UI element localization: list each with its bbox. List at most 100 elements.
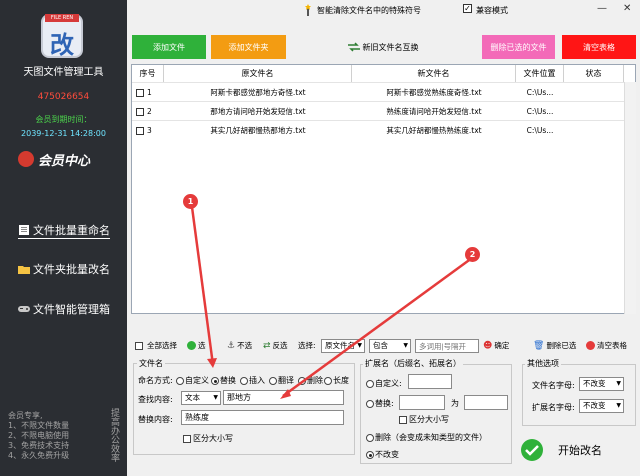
find-type-select[interactable]: 文本 ▼: [181, 391, 221, 405]
add-folder-button[interactable]: 添加文件夹: [211, 35, 286, 59]
mode-replace-label: 替换: [220, 376, 236, 385]
ext-wei-label: 为: [451, 399, 459, 408]
select-button[interactable]: 选: [187, 340, 206, 351]
chevron-down-icon: ▼: [357, 342, 362, 349]
table-row[interactable]: 3 其实几好胡都慢热那地方.txt 其实几好胡都慢热熟练度.txt C:\Us.…: [132, 120, 635, 139]
add-file-button[interactable]: 添加文件: [132, 35, 206, 59]
ext-replace-input[interactable]: [464, 395, 508, 410]
ext-nochange-radio[interactable]: 不改变: [366, 449, 399, 460]
mode-delete-radio[interactable]: 删除: [298, 375, 323, 386]
nav-smart-manager[interactable]: 文件智能管理箱: [18, 300, 110, 318]
find-label: 查找内容:: [138, 395, 173, 404]
col-header-old[interactable]: 原文件名: [164, 65, 352, 82]
clear-table-small-button[interactable]: 清空表格: [586, 340, 627, 351]
ext-find-input[interactable]: [399, 395, 445, 410]
logo-badge: FILE REN: [45, 14, 79, 22]
ext-case-value: 不改变: [583, 401, 606, 410]
mode-length-radio[interactable]: 长度: [324, 375, 349, 386]
table-row[interactable]: 1 阿斯卡都感觉那地方奇怪.txt 阿斯卡都感觉熟练度奇怪.txt C:\Us.…: [132, 82, 635, 101]
mode-custom-radio[interactable]: 自定义: [176, 375, 209, 386]
clear-table-button[interactable]: 清空表格: [562, 35, 636, 59]
row-new-name: 熟练度请问哈开始发短信.txt: [386, 107, 482, 116]
nav-batch-rename[interactable]: 文件批量重命名: [18, 221, 110, 239]
select-label: 选: [198, 341, 206, 350]
col-header-location[interactable]: 文件位置: [516, 65, 564, 82]
keyword-input[interactable]: [415, 339, 479, 353]
table-row[interactable]: 2 那地方请问哈开始发短信.txt 熟练度请问哈开始发短信.txt C:\Us.…: [132, 101, 635, 120]
qq-number[interactable]: 475026654: [0, 92, 127, 102]
radio-dot: [324, 376, 332, 385]
mode-translate-radio[interactable]: 翻译: [269, 375, 294, 386]
filename-case-select[interactable]: 不改变 ▼: [579, 377, 624, 391]
magic-wand-icon: [305, 4, 311, 16]
ext-replace-radio[interactable]: 替换:: [366, 398, 394, 409]
file-table[interactable]: 序号 原文件名 新文件名 文件位置 状态 1 阿斯卡都感觉那地方奇怪.txt 阿…: [131, 64, 636, 314]
nav-label: 文件夹批量改名: [33, 263, 110, 276]
mode-custom-label: 自定义: [185, 376, 209, 385]
ext-custom-radio[interactable]: 自定义:: [366, 378, 402, 389]
close-circle-icon: [586, 341, 595, 350]
field-select[interactable]: 原文件名 ▼: [321, 339, 365, 353]
row-num: 3: [147, 126, 152, 135]
ext-case-checkbox[interactable]: 区分大小写: [399, 414, 449, 425]
compat-mode-checkbox[interactable]: ✓: [463, 4, 472, 13]
minimize-button[interactable]: —: [597, 3, 607, 14]
match-value: 包含: [373, 341, 388, 350]
anchor-icon: ⚓: [227, 340, 236, 351]
swap-names-button[interactable]: 新旧文件名互换: [343, 38, 423, 56]
select-label-text: 选择:: [298, 340, 316, 351]
col-header-num[interactable]: 序号: [132, 65, 164, 82]
start-rename-button[interactable]: 开始改名: [520, 436, 636, 464]
nav-folder-rename[interactable]: 文件夹批量改名: [18, 260, 110, 278]
mode-replace-radio[interactable]: 替换: [211, 375, 236, 386]
row-num: 2: [147, 107, 152, 116]
row-status: [564, 102, 624, 121]
mode-insert-label: 插入: [249, 376, 265, 385]
select-all-checkbox[interactable]: 全部选择: [135, 340, 177, 351]
radio-dot: [298, 376, 306, 385]
ext-custom-label: 自定义:: [375, 379, 402, 388]
ext-custom-input[interactable]: [408, 374, 452, 389]
row-old-name: 阿斯卡都感觉那地方奇怪.txt: [210, 88, 306, 97]
row-checkbox[interactable]: [136, 127, 144, 135]
vertical-scrollbar[interactable]: [624, 82, 636, 314]
close-button[interactable]: ✕: [623, 3, 631, 14]
nav-label: 文件批量重命名: [33, 223, 110, 237]
mode-delete-label: 删除: [307, 376, 323, 385]
find-input[interactable]: 那地方: [223, 390, 344, 405]
col-header-new[interactable]: 新文件名: [352, 65, 516, 82]
annotation-badge-2: 2: [465, 247, 480, 262]
mode-length-label: 长度: [333, 376, 349, 385]
replace-input[interactable]: 熟练度: [181, 410, 344, 425]
invert-button[interactable]: ⇄ 反选: [263, 340, 288, 351]
row-old-name: 那地方请问哈开始发短信.txt: [210, 107, 306, 116]
row-location: C:\Us...: [526, 107, 554, 116]
ext-delete-radio[interactable]: 删除（会变成未知类型的文件）: [366, 432, 487, 443]
field-value: 原文件名: [325, 341, 355, 350]
row-old-name: 其实几好胡都慢热那地方.txt: [210, 126, 306, 135]
swap-icon: [347, 42, 360, 52]
ext-case-select[interactable]: 不改变 ▼: [579, 399, 624, 413]
delete-selected-button[interactable]: 🗑 删除已选: [533, 340, 576, 351]
row-location: C:\Us...: [526, 88, 554, 97]
annotation-badge-1: 1: [183, 194, 198, 209]
row-num: 1: [147, 88, 152, 97]
mode-insert-radio[interactable]: 插入: [240, 375, 265, 386]
select-all-label: 全部选择: [147, 341, 177, 350]
row-checkbox[interactable]: [136, 108, 144, 116]
unselect-button[interactable]: ⚓ 不选: [227, 340, 252, 351]
clean-symbols-link[interactable]: 智能清除文件名中的特殊符号: [317, 5, 421, 16]
delete-selected-files-button[interactable]: 删除已选的文件: [482, 35, 555, 59]
member-center-button[interactable]: 会员中心: [18, 149, 110, 169]
other-options-title: 其他选项: [525, 358, 561, 369]
match-select[interactable]: 包含 ▼: [369, 339, 411, 353]
col-header-status[interactable]: 状态: [564, 65, 624, 82]
extension-group-title: 扩展名（后缀名、拓展名）: [363, 358, 463, 369]
row-checkbox[interactable]: [136, 89, 144, 97]
confirm-button[interactable]: ☻ 确定: [483, 340, 509, 351]
radio-dot: [366, 379, 374, 388]
chevron-down-icon: ▼: [616, 402, 621, 409]
case-checkbox[interactable]: 区分大小写: [183, 433, 233, 444]
promo-line: 3、免费技术支持: [8, 441, 70, 450]
invert-label: 反选: [272, 341, 288, 350]
